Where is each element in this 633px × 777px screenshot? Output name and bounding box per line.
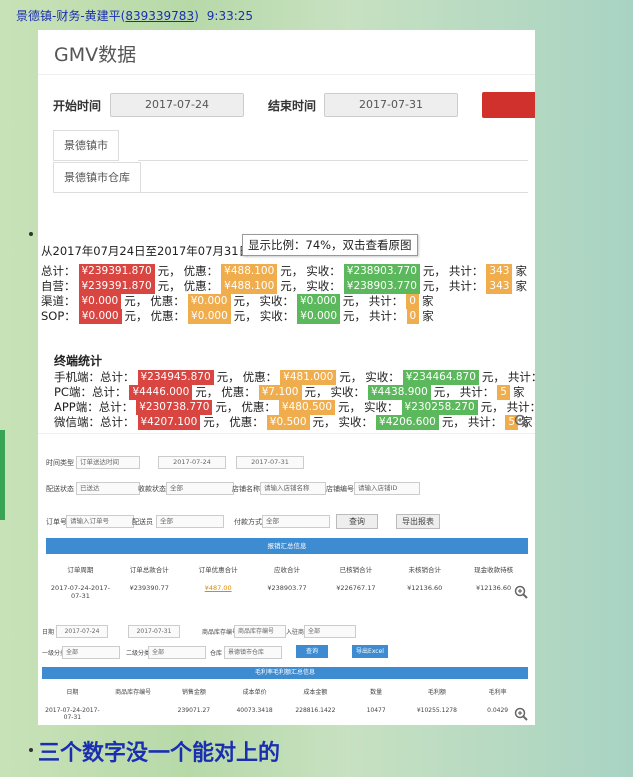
- order-query-button[interactable]: 查询: [336, 514, 378, 529]
- start-time-label: 开始时间: [53, 99, 102, 113]
- message-header: 景德镇-财务-黄建平(839339783) 9:33:25: [16, 9, 254, 23]
- cat1-select[interactable]: 全部: [62, 646, 120, 659]
- zoom-in-icon[interactable]: [514, 585, 528, 599]
- order-table-header: 订单周期 订单总款合计 订单优惠合计 应收合计 已核销合计 未核销合计 现金收款待核: [67, 566, 514, 574]
- terminal-stats-title: 终端统计: [54, 354, 103, 368]
- time-type-label: 时间类型: [46, 459, 74, 467]
- goods-sku-label: 商品库存编号: [202, 629, 239, 636]
- end-date-input[interactable]: 2017-07-31: [324, 93, 458, 117]
- stat-row-sop: SOP： ¥0.000 元， 优惠： ¥0.000 元， 实收： ¥0.000 元， 共计： 0 家: [41, 308, 434, 324]
- terminal-row-mobile: 手机端：总计： ¥234945.870 元， 优惠： ¥481.000 元， 实收： ¥234…: [54, 369, 535, 385]
- bullet-dot: [29, 232, 33, 236]
- ship-status-label: 配送状态: [46, 485, 74, 493]
- goods-store-select[interactable]: 全部: [304, 625, 356, 638]
- warehouse-select[interactable]: 景德镇市仓库: [224, 646, 282, 659]
- order-summary-title: 报销汇总信息: [46, 538, 528, 554]
- margin-table-header: 日期 商品库存编号 销售金额 成本单价 成本金额 数量 毛利额 毛利率: [66, 689, 507, 696]
- cat2-label: 二级分类: [126, 650, 151, 657]
- tab-divider: [139, 192, 528, 193]
- pay-method-select[interactable]: 全部: [262, 515, 330, 528]
- bullet-dot: [29, 748, 33, 752]
- shop-no-label: 店铺编号: [326, 485, 354, 493]
- divider: [38, 74, 535, 75]
- order-report-image: 时间类型 订单送达时间 2017-07-24 2017-07-31 配送状态 已…: [38, 433, 535, 604]
- tab-divider: [138, 160, 528, 161]
- deliver-select[interactable]: 全部: [156, 515, 224, 528]
- goods-export-button[interactable]: 导出Excel: [352, 645, 388, 658]
- zoom-tooltip: 显示比例：74%，双击查看原图: [242, 234, 418, 256]
- date-range-text: 从2017年07月24日至2017年07月31日：: [41, 244, 262, 258]
- order-no-input[interactable]: 请输入订单号: [66, 515, 134, 528]
- margin-report-image: 日期 2017-07-24 2017-07-31 商品库存编号 商品库存编号 入…: [38, 615, 535, 725]
- goods-store-label: 入驻商: [286, 629, 305, 636]
- order-date-from[interactable]: 2017-07-24: [158, 456, 226, 469]
- stat-row-total: 总计： ¥239391.870 元， 优惠： ¥488.100 元， 实收： ¥238903.…: [41, 263, 527, 279]
- terminal-row-wechat: 微信端：总计： ¥4207.100 元， 优惠： ¥0.500 元， 实收： ¥4206.60…: [54, 414, 533, 430]
- stat-row-self: 自营： ¥239391.870 元， 优惠： ¥488.100 元， 实收： ¥238903.…: [41, 278, 527, 294]
- chat-message-text: 三个数字没一个能对上的: [38, 741, 281, 766]
- ship-status-select[interactable]: 已送达: [76, 482, 140, 495]
- time-type-select[interactable]: 订单送达时间: [76, 456, 140, 469]
- sender-name: 景德镇-财务-黄建平: [16, 9, 121, 23]
- pay-method-label: 付款方式: [234, 518, 262, 526]
- goods-sku-input[interactable]: 商品库存编号: [234, 625, 286, 638]
- goods-date-label: 日期: [42, 629, 55, 636]
- goods-query-button[interactable]: 查询: [296, 645, 328, 658]
- submit-button[interactable]: [482, 92, 535, 118]
- pay-status-select[interactable]: 全部: [166, 482, 234, 495]
- stat-row-channel: 渠道： ¥0.000 元， 优惠： ¥0.000 元， 实收： ¥0.000 元， 共计： 0 家: [41, 293, 434, 309]
- start-date-input[interactable]: 2017-07-24: [110, 93, 244, 117]
- tab-city-warehouse[interactable]: 景德镇市仓库: [53, 162, 141, 193]
- shop-no-input[interactable]: 请输入店铺ID: [354, 482, 420, 495]
- pay-status-label: 收款状态: [138, 485, 166, 493]
- order-no-label: 订单号: [46, 518, 67, 526]
- order-date-to[interactable]: 2017-07-31: [236, 456, 304, 469]
- tab-city[interactable]: 景德镇市: [53, 130, 119, 161]
- page-title: GMV数据: [54, 44, 137, 66]
- shop-name-input[interactable]: 请输入店铺名称: [260, 482, 326, 495]
- sender-qq-link[interactable]: 839339783: [125, 9, 194, 23]
- shop-name-label: 店铺名称: [232, 485, 260, 493]
- zoom-in-icon[interactable]: [514, 707, 528, 721]
- terminal-row-pc: PC端：总计： ¥4446.000 元， 优惠： ¥7.100 元， 实收： ¥4438.90…: [54, 384, 525, 400]
- cat2-select[interactable]: 全部: [148, 646, 206, 659]
- goods-date-to[interactable]: 2017-07-31: [128, 625, 180, 638]
- left-accent-strip: [0, 430, 5, 520]
- message-time: 9:33:25: [206, 9, 254, 23]
- warehouse-label: 仓库: [210, 650, 223, 657]
- table-row: 2017-07-24-2017-07-31 ¥239390.77 ¥487.00 ¥2…: [50, 584, 512, 600]
- zoom-in-icon[interactable]: [514, 414, 528, 428]
- deliver-label: 配送员: [132, 518, 153, 526]
- margin-summary-title: 毛利率毛利额汇总信息: [42, 667, 528, 679]
- screenshot-image[interactable]: GMV数据 开始时间 2017-07-24 结束时间 2017-07-31 景德…: [38, 30, 535, 725]
- end-time-label: 结束时间: [268, 99, 317, 113]
- terminal-row-app: APP端：总计： ¥230738.770 元， 优惠： ¥480.500 元， 实收： ¥23…: [54, 399, 535, 415]
- goods-date-from[interactable]: 2017-07-24: [56, 625, 108, 638]
- table-row: 2017-07-24-2017-07-31 239071.27 40073.3418…: [45, 707, 509, 721]
- order-export-button[interactable]: 导出报表: [396, 514, 440, 529]
